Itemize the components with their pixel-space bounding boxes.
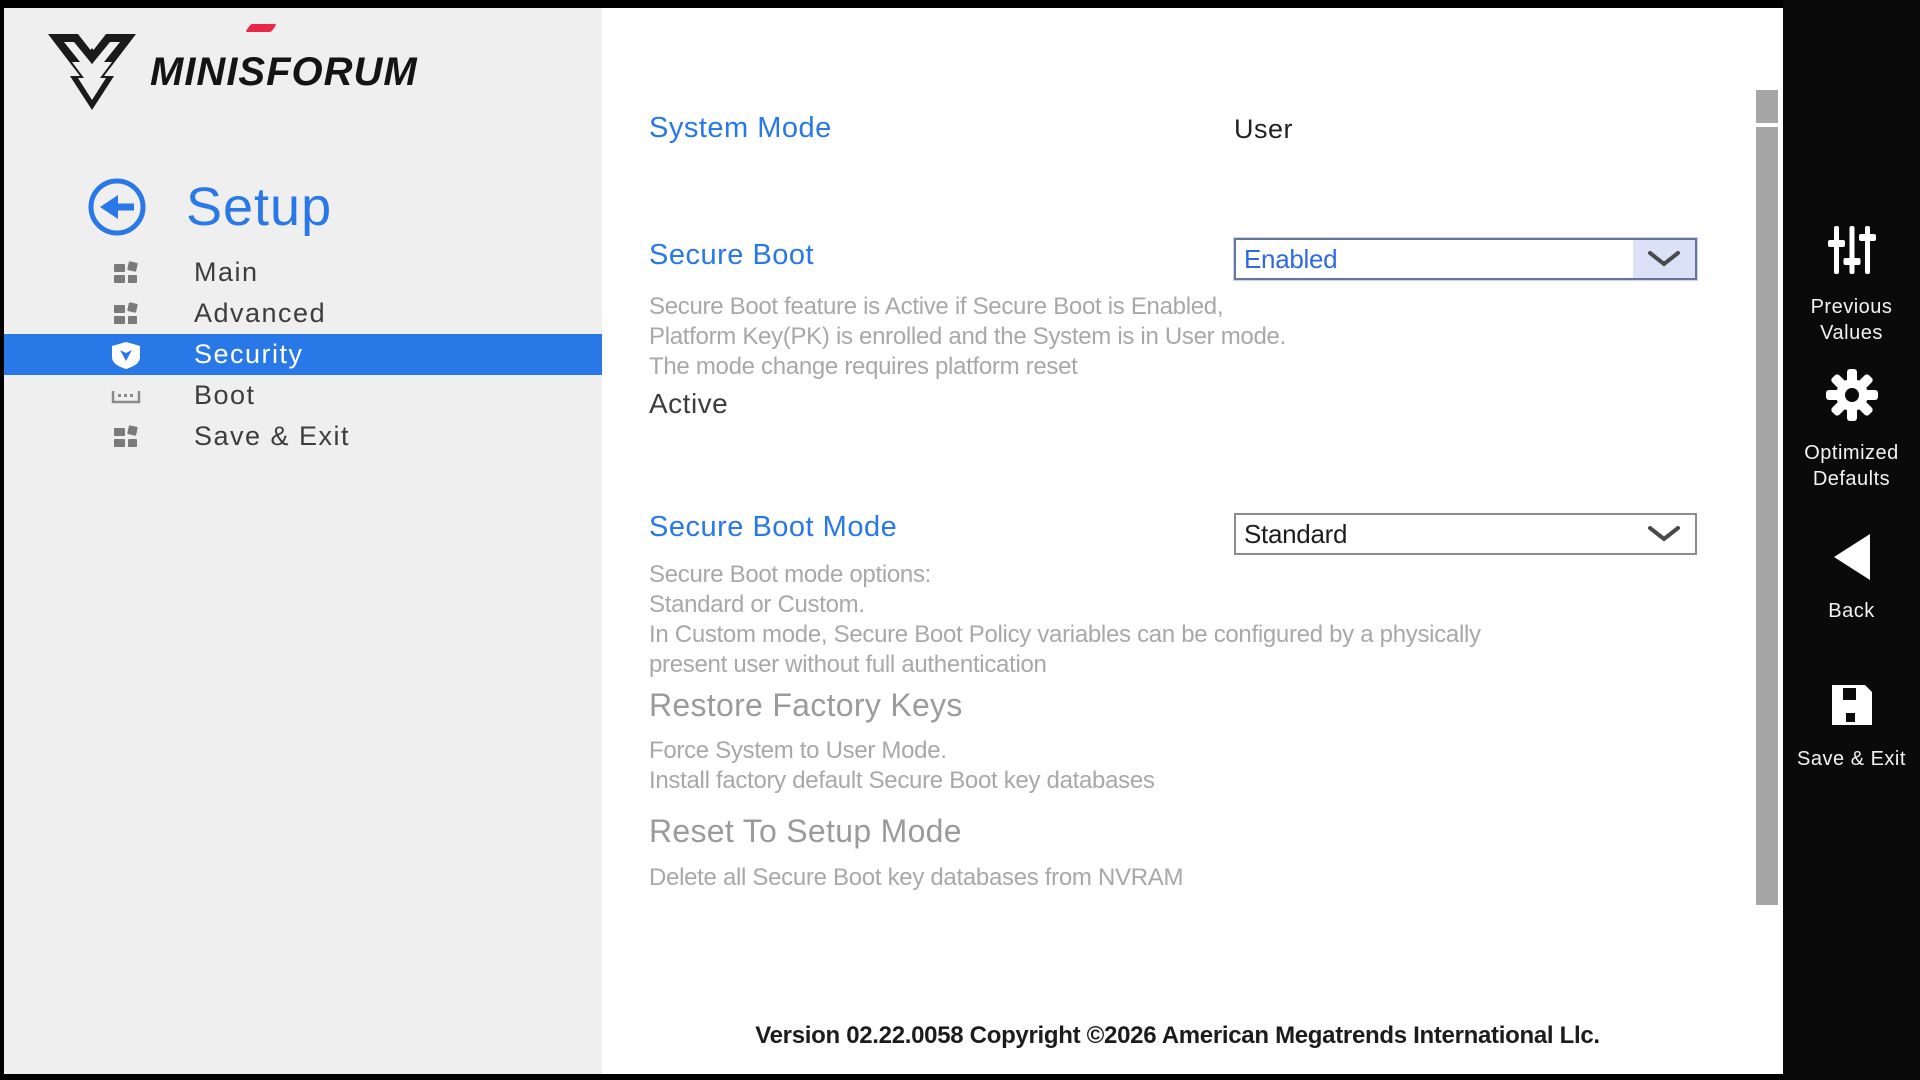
sliders-icon bbox=[1824, 222, 1880, 278]
save-exit-button[interactable]: Save & Exit bbox=[1783, 680, 1920, 772]
grid-icon bbox=[110, 298, 142, 330]
action-label: Back bbox=[1828, 598, 1874, 624]
grid-icon bbox=[110, 421, 142, 453]
sidebar-item-label: Save & Exit bbox=[194, 421, 350, 452]
brand-logo: MINISFORUM bbox=[44, 30, 418, 114]
minisforum-emblem-icon bbox=[44, 30, 140, 114]
sidebar-item-main[interactable]: Main bbox=[4, 252, 602, 293]
secure-boot-mode-selected-value: Standard bbox=[1236, 519, 1347, 550]
secure-boot-mode-label: Secure Boot Mode bbox=[649, 511, 897, 544]
back-button[interactable]: Back bbox=[1783, 532, 1920, 624]
sidebar-item-label: Boot bbox=[194, 380, 256, 411]
page-title: Setup bbox=[186, 176, 332, 238]
settings-content: System Mode User Secure Boot Enabled Sec… bbox=[602, 8, 1783, 1074]
action-label: Save & Exit bbox=[1792, 746, 1912, 772]
chevron-down-icon[interactable] bbox=[1633, 240, 1695, 278]
sidebar-item-security[interactable]: Security bbox=[4, 334, 602, 375]
reset-to-setup-mode-help: Delete all Secure Boot key databases fro… bbox=[649, 863, 1183, 893]
optimized-defaults-button[interactable]: Optimized Defaults bbox=[1783, 366, 1920, 492]
secure-boot-status: Active bbox=[649, 388, 728, 420]
chevron-down-icon[interactable] bbox=[1633, 515, 1695, 553]
action-label: Previous Values bbox=[1797, 294, 1907, 346]
setup-header: Setup bbox=[86, 176, 332, 238]
version-footer: Version 02.22.0058 Copyright ©2026 Ameri… bbox=[602, 1022, 1753, 1050]
grid-icon bbox=[110, 257, 142, 289]
bios-setup-screen: MINISFORUM Setup bbox=[0, 0, 1920, 1080]
sidebar-item-label: Security bbox=[194, 339, 304, 370]
sidebar-menu: Main Advanced bbox=[4, 252, 602, 457]
floppy-disk-icon bbox=[1827, 680, 1877, 730]
left-sidebar: MINISFORUM Setup bbox=[4, 8, 602, 1074]
system-mode-value: User bbox=[1234, 114, 1293, 145]
sidebar-item-boot[interactable]: Boot bbox=[4, 375, 602, 416]
action-label: Optimized Defaults bbox=[1794, 440, 1910, 492]
scrollbar-thumb[interactable] bbox=[1756, 127, 1778, 905]
restore-factory-keys-help: Force System to User Mode. Install facto… bbox=[649, 736, 1155, 796]
gear-icon bbox=[1823, 366, 1881, 424]
right-action-bar: Previous Values Optimized Defaults Back bbox=[1783, 0, 1920, 1080]
sidebar-item-label: Advanced bbox=[194, 298, 326, 329]
secure-boot-mode-help: Secure Boot mode options: Standard or Cu… bbox=[649, 560, 1481, 680]
sidebar-item-save-exit[interactable]: Save & Exit bbox=[4, 416, 602, 457]
secure-boot-help: Secure Boot feature is Active if Secure … bbox=[649, 292, 1286, 382]
logo-red-accent bbox=[245, 24, 277, 32]
shield-icon bbox=[110, 339, 142, 371]
secure-boot-selected-value: Enabled bbox=[1236, 244, 1337, 275]
restore-factory-keys-action[interactable]: Restore Factory Keys bbox=[649, 687, 963, 724]
sidebar-item-label: Main bbox=[194, 257, 259, 288]
keyboard-icon bbox=[110, 380, 142, 412]
system-mode-label: System Mode bbox=[649, 112, 832, 145]
back-triangle-icon bbox=[1828, 532, 1876, 582]
secure-boot-select[interactable]: Enabled bbox=[1234, 238, 1697, 280]
secure-boot-label: Secure Boot bbox=[649, 239, 814, 272]
reset-to-setup-mode-action[interactable]: Reset To Setup Mode bbox=[649, 813, 962, 850]
scrollbar-up-button[interactable] bbox=[1756, 90, 1778, 123]
previous-values-button[interactable]: Previous Values bbox=[1783, 222, 1920, 346]
secure-boot-mode-select[interactable]: Standard bbox=[1234, 513, 1697, 555]
brand-name: MINISFORUM bbox=[150, 50, 418, 95]
back-circle-icon[interactable] bbox=[86, 176, 148, 238]
sidebar-item-advanced[interactable]: Advanced bbox=[4, 293, 602, 334]
